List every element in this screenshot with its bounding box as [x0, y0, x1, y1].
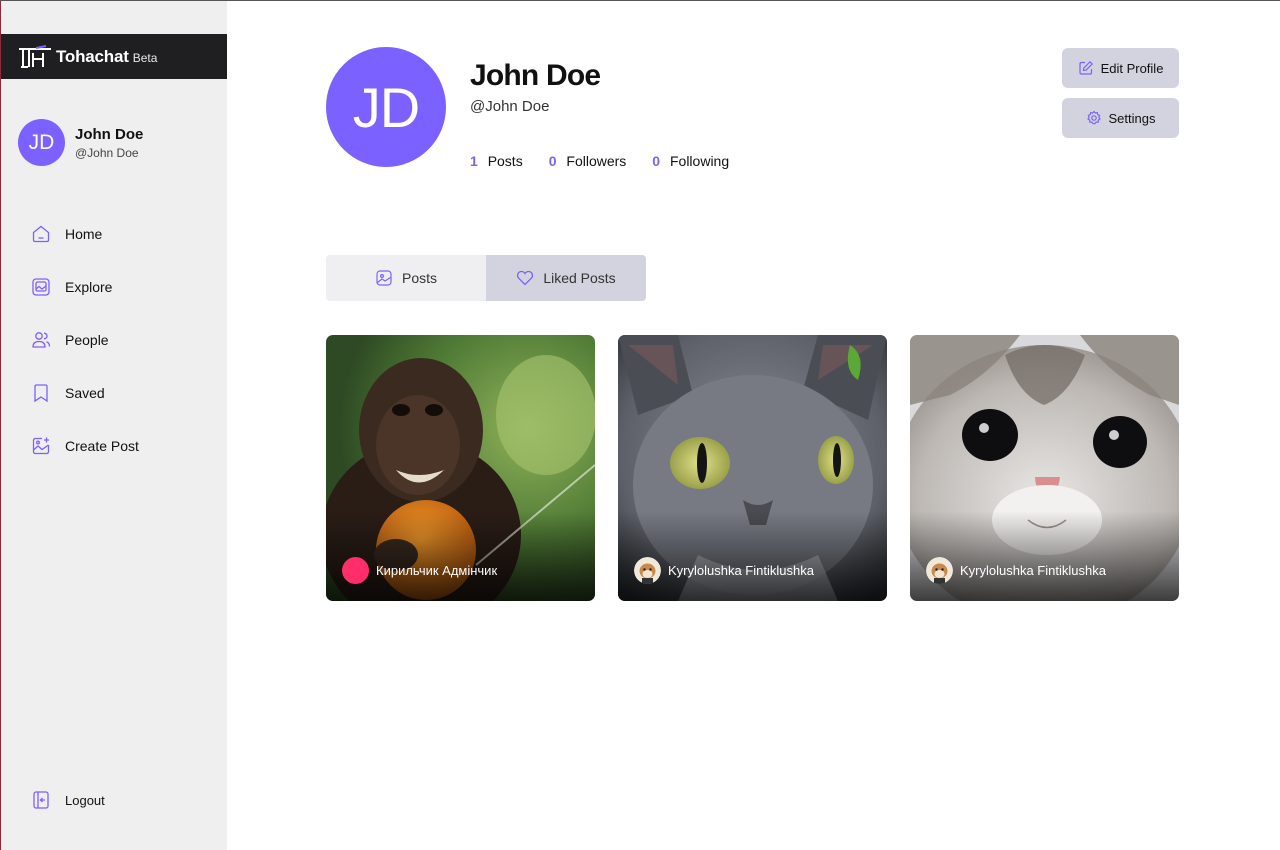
stat-value: 1: [470, 153, 478, 169]
profile-tabs: Posts Liked Posts: [326, 255, 646, 301]
author-avatar: [926, 557, 953, 584]
stat-value: 0: [652, 153, 661, 169]
author-avatar: [342, 557, 369, 584]
settings-label: Settings: [1108, 110, 1156, 126]
post-author[interactable]: Кирильчик Адмінчик: [342, 557, 497, 584]
logout-icon: [33, 791, 49, 809]
logout-button[interactable]: Logout: [31, 790, 105, 810]
edit-profile-button[interactable]: Edit Profile: [1062, 48, 1179, 88]
tab-label: Liked Posts: [543, 270, 616, 286]
sidebar-item-home[interactable]: Home: [31, 207, 139, 260]
post-card[interactable]: Kyrylolushka Fintiklushka: [618, 335, 887, 601]
post-author[interactable]: Kyrylolushka Fintiklushka: [926, 557, 1106, 584]
author-name: Kyrylolushka Fintiklushka: [960, 563, 1106, 578]
sidebar-item-create-post[interactable]: Create Post: [31, 419, 139, 472]
sidebar-item-people[interactable]: People: [31, 313, 139, 366]
profile-name: John Doe: [470, 59, 601, 92]
sidebar-item-label: Create Post: [65, 437, 139, 454]
profile-avatar: JD: [326, 47, 446, 167]
sidebar-user[interactable]: JD John Doe @John Doe: [18, 119, 143, 166]
brand-logo-icon: [19, 44, 51, 68]
profile-stats: 1 Posts 0 Followers 0 Following: [470, 153, 755, 169]
author-avatar: [634, 557, 661, 584]
sidebar: Tohachat Beta JD John Doe @John Doe Home: [0, 1, 227, 850]
people-icon: [32, 331, 51, 348]
sidebar-item-label: Home: [65, 225, 103, 242]
sidebar-item-label: People: [65, 331, 109, 348]
stat-value: 0: [548, 153, 557, 169]
post-card[interactable]: Kyrylolushka Fintiklushka: [910, 335, 1179, 601]
settings-button[interactable]: Settings: [1062, 98, 1179, 138]
bookmark-icon: [34, 383, 48, 402]
brand-badge: Beta: [132, 51, 158, 65]
stat-label: Following: [669, 153, 730, 169]
author-name: Кирильчик Адмінчик: [376, 563, 498, 578]
sidebar-item-label: Explore: [65, 278, 113, 295]
stat-label: Followers: [566, 153, 627, 169]
home-icon: [32, 225, 50, 242]
explore-icon: [32, 277, 50, 296]
sidebar-item-saved[interactable]: Saved: [31, 366, 139, 419]
tab-liked-posts[interactable]: Liked Posts: [486, 255, 646, 301]
stat-followers[interactable]: 0 Followers: [549, 153, 627, 169]
post-author[interactable]: Kyrylolushka Fintiklushka: [634, 557, 814, 584]
tab-posts[interactable]: Posts: [326, 255, 486, 301]
sidebar-nav: Home Explore People Saved Create Post: [31, 207, 139, 472]
avatar: JD: [18, 119, 65, 166]
sidebar-user-name: John Doe: [75, 125, 144, 143]
sidebar-item-label: Saved: [65, 384, 105, 401]
sidebar-item-explore[interactable]: Explore: [31, 260, 139, 313]
stat-following[interactable]: 0 Following: [652, 153, 729, 169]
author-name: Kyrylolushka Fintiklushka: [668, 563, 814, 578]
stat-label: Posts: [487, 153, 523, 169]
post-card[interactable]: Кирильчик Адмінчик: [326, 335, 595, 601]
app-window: Tohachat Beta JD John Doe @John Doe Home: [0, 0, 1280, 850]
stat-posts[interactable]: 1 Posts: [470, 153, 523, 169]
liked-posts-grid: Кирильчик Адмінчик Kyrylolushka Fintiklu…: [326, 335, 1179, 601]
edit-profile-label: Edit Profile: [1100, 60, 1164, 76]
main-content: JD John Doe @John Doe 1 Posts 0 Follower…: [227, 1, 1280, 850]
heart-icon: [517, 270, 534, 286]
image-plus-icon: [32, 437, 50, 454]
logout-label: Logout: [65, 792, 105, 808]
sidebar-user-handle: @John Doe: [75, 145, 139, 160]
image-icon: [376, 270, 392, 286]
tab-label: Posts: [401, 270, 437, 286]
gear-icon: [1086, 110, 1101, 125]
profile-handle: @John Doe: [470, 98, 550, 115]
edit-icon: [1078, 60, 1093, 75]
brand-name: Tohachat: [56, 46, 129, 66]
brand-bar[interactable]: Tohachat Beta: [1, 34, 227, 79]
